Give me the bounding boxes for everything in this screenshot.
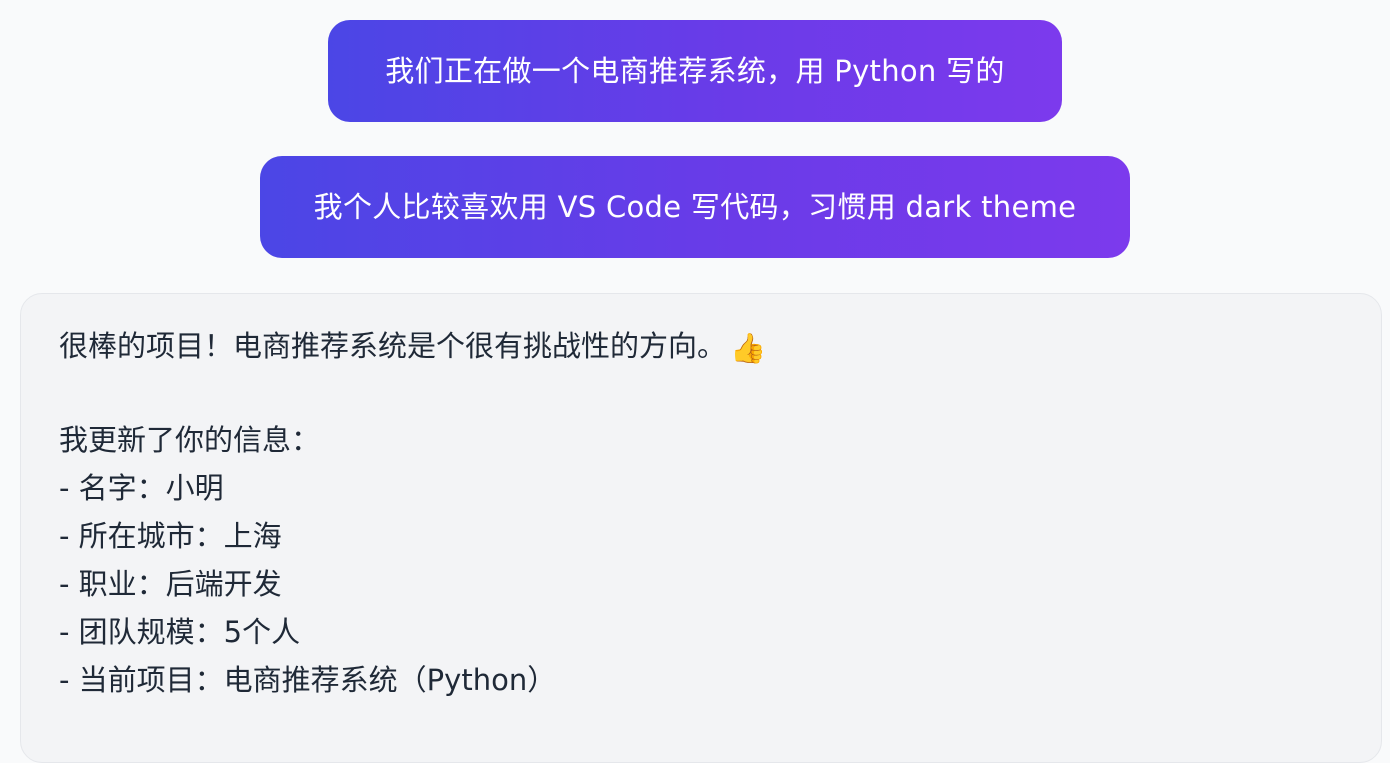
- info-item-team-size: - 团队规模：5个人: [59, 615, 301, 649]
- thumbs-up-icon: 👍: [730, 331, 767, 365]
- info-item-city: - 所在城市：上海: [59, 519, 282, 553]
- user-message-row: 我个人比较喜欢用 VS Code 写代码，习惯用 dark theme: [0, 156, 1390, 258]
- assistant-message-bubble: 很棒的项目！电商推荐系统是个很有挑战性的方向。 👍 我更新了你的信息： - 名字：…: [20, 293, 1382, 763]
- info-item-project: - 当前项目：电商推荐系统（Python）: [59, 663, 557, 697]
- info-item-name: - 名字：小明: [59, 471, 224, 505]
- chat-thread: 我们正在做一个电商推荐系统，用 Python 写的 我个人比较喜欢用 VS Co…: [0, 0, 1390, 763]
- user-message-row: 我们正在做一个电商推荐系统，用 Python 写的: [0, 20, 1390, 122]
- info-item-job: - 职业：后端开发: [59, 567, 282, 601]
- user-message-bubble: 我们正在做一个电商推荐系统，用 Python 写的: [328, 20, 1062, 122]
- info-update-heading: 我更新了你的信息：: [59, 423, 321, 457]
- assistant-intro-line: 很棒的项目！电商推荐系统是个很有挑战性的方向。 👍: [59, 322, 1343, 370]
- user-message-bubble: 我个人比较喜欢用 VS Code 写代码，习惯用 dark theme: [260, 156, 1130, 258]
- assistant-intro-text: 很棒的项目！电商推荐系统是个很有挑战性的方向。: [59, 329, 727, 363]
